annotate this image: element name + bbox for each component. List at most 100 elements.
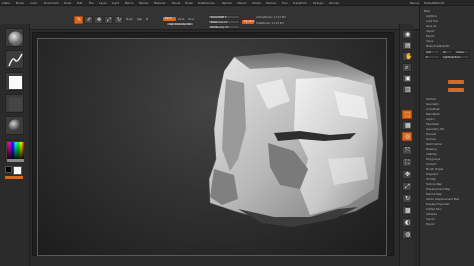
- subpalette-preview[interactable]: Preview: [426, 133, 436, 136]
- menu-item[interactable]: Material: [154, 1, 165, 5]
- menus-toggle[interactable]: Menus: [410, 1, 419, 5]
- subpalette-geometry[interactable]: Geometry: [426, 103, 439, 106]
- subpalette-unified-skin[interactable]: Unified Skin: [426, 208, 441, 211]
- menu-item[interactable]: Document: [44, 1, 59, 5]
- zoom-button[interactable]: ⌕: [402, 63, 412, 72]
- all-button[interactable]: All: [441, 50, 453, 54]
- subpalette-geometry-hd[interactable]: Geometry HD: [426, 128, 444, 131]
- dynamic-toggle[interactable]: Dynamic: [242, 20, 255, 24]
- actual-size-button[interactable]: ▣: [402, 74, 412, 83]
- menu-item[interactable]: Movie: [172, 1, 180, 5]
- subpalette-visibility[interactable]: Visibility: [426, 153, 437, 156]
- subpalette-displacement-map[interactable]: Displacement Map: [426, 188, 450, 191]
- menu-item[interactable]: Color: [30, 1, 37, 5]
- main-color-swatch[interactable]: [13, 166, 22, 175]
- lightbox-tools-button[interactable]: Lightbox▸Tools: [441, 55, 470, 59]
- rgb-intensity-slider[interactable]: Rgb Intensity 100: [166, 22, 194, 26]
- subpalette-contact[interactable]: Contact: [426, 163, 436, 166]
- rgb-toggle[interactable]: Rgb: [137, 18, 142, 21]
- zadd-toggle[interactable]: Zadd: [163, 17, 176, 21]
- menu-item[interactable]: Brush: [16, 1, 24, 5]
- draw-button[interactable]: ✐: [84, 16, 93, 24]
- menu-item[interactable]: Zscript: [329, 1, 339, 5]
- xyz-button[interactable]: ⤧: [402, 146, 412, 155]
- aahalf-button[interactable]: ▥: [402, 85, 412, 94]
- subpalette-morph-target[interactable]: Morph Target: [426, 168, 443, 171]
- menu-item[interactable]: Marker: [139, 1, 149, 5]
- menu-item[interactable]: Macro: [125, 1, 133, 5]
- frame-button[interactable]: ⛶: [402, 158, 412, 167]
- transp-button[interactable]: ◐: [402, 218, 412, 227]
- subpalette-uv-map[interactable]: UV Map: [426, 178, 436, 181]
- tray-item[interactable]: Import: [426, 30, 435, 33]
- tray-item[interactable]: Export: [426, 35, 435, 38]
- secondary-color-swatch[interactable]: [5, 166, 12, 173]
- color-picker[interactable]: [5, 140, 24, 162]
- persp-button[interactable]: ⬚: [402, 110, 412, 119]
- spix-button[interactable]: ▤: [402, 41, 412, 50]
- draw-size-slider[interactable]: Draw Size 64: [208, 20, 240, 24]
- menu-item[interactable]: Draw: [64, 1, 71, 5]
- menu-item[interactable]: Stencil: [237, 1, 246, 5]
- subpalette-masking[interactable]: Masking: [426, 148, 437, 151]
- default-zscript[interactable]: DefaultZScript: [424, 1, 444, 5]
- menu-item[interactable]: Edit: [77, 1, 82, 5]
- subpalette-initialize[interactable]: Initialize: [426, 213, 437, 216]
- menu-item[interactable]: Preferences: [198, 1, 214, 5]
- menu-item[interactable]: File: [89, 1, 94, 5]
- subpalette-export[interactable]: Export: [426, 223, 435, 226]
- zcut-toggle[interactable]: Zcut: [188, 18, 194, 21]
- floor-button[interactable]: ▦: [402, 121, 412, 130]
- menu-item[interactable]: Alpha: [2, 1, 10, 5]
- subpalette-layers[interactable]: Layers: [426, 118, 435, 121]
- subpalette-surface[interactable]: Surface: [426, 138, 436, 141]
- move-button[interactable]: ✥: [94, 16, 103, 24]
- menu-item[interactable]: Zplugin: [313, 1, 324, 5]
- subpalette-vector-displacement-map[interactable]: Vector Displacement Map: [426, 198, 459, 201]
- tray-item[interactable]: Load Tool: [426, 20, 438, 23]
- menu-item[interactable]: Transform: [293, 1, 307, 5]
- z-intensity-slider[interactable]: Z Intensity 25: [208, 25, 240, 29]
- stroke-slot[interactable]: [5, 50, 24, 69]
- subpalette-polygroups[interactable]: Polygroups: [426, 158, 440, 161]
- rotate-button[interactable]: ↻: [114, 16, 123, 24]
- texture-slot[interactable]: [5, 94, 24, 113]
- menu-item[interactable]: Light: [112, 1, 119, 5]
- move-view-button[interactable]: ✥: [402, 170, 412, 179]
- subpalette-subtool[interactable]: SubTool: [426, 98, 436, 101]
- scale-button[interactable]: ⤢: [104, 16, 113, 24]
- m-toggle[interactable]: M: [146, 18, 148, 21]
- focal-shift-slider[interactable]: Focal Shift 0: [208, 15, 240, 19]
- menu-item[interactable]: Render: [222, 1, 232, 5]
- subpalette-display-properties[interactable]: Display Properties: [426, 203, 450, 206]
- polyf-button[interactable]: ▩: [402, 206, 412, 215]
- tray-title[interactable]: Tool: [424, 9, 430, 13]
- subpalette-arraymesh[interactable]: ArrayMesh: [426, 108, 440, 111]
- r-button[interactable]: R: [424, 55, 440, 59]
- document-canvas[interactable]: [37, 38, 387, 256]
- subpalette-texture-map[interactable]: Texture Map: [426, 183, 442, 186]
- tray-item[interactable]: Clone: [426, 40, 433, 43]
- alpha-slot[interactable]: [5, 72, 24, 91]
- menu-item[interactable]: Layer: [99, 1, 107, 5]
- scroll-button[interactable]: ✋: [402, 52, 412, 61]
- subpalette-polypaint[interactable]: Polypaint: [426, 173, 438, 176]
- menu-item[interactable]: Tool: [282, 1, 287, 5]
- switch-color-button[interactable]: [5, 176, 23, 179]
- mrgb-toggle[interactable]: Mrgb: [126, 18, 133, 21]
- tray-item[interactable]: Save As: [426, 25, 436, 28]
- visible-button[interactable]: Visible: [454, 50, 470, 54]
- menu-item[interactable]: Texture: [266, 1, 276, 5]
- tray-item[interactable]: Make PolyMesh3D: [426, 45, 449, 48]
- subpalette-fibermesh[interactable]: FiberMesh: [426, 123, 439, 126]
- menu-item[interactable]: Picker: [185, 1, 193, 5]
- subpalette-import[interactable]: Import: [426, 218, 435, 221]
- scale-view-button[interactable]: ⤢: [402, 182, 412, 191]
- subpalette-deformation[interactable]: Deformation: [426, 143, 442, 146]
- solo-button[interactable]: ◍: [402, 230, 412, 239]
- rotate-view-button[interactable]: ↻: [402, 194, 412, 203]
- menu-item[interactable]: Stroke: [252, 1, 261, 5]
- bpr-button[interactable]: ◉: [402, 30, 412, 39]
- material-slot[interactable]: [5, 116, 24, 135]
- goz-button[interactable]: GoZ: [424, 50, 440, 54]
